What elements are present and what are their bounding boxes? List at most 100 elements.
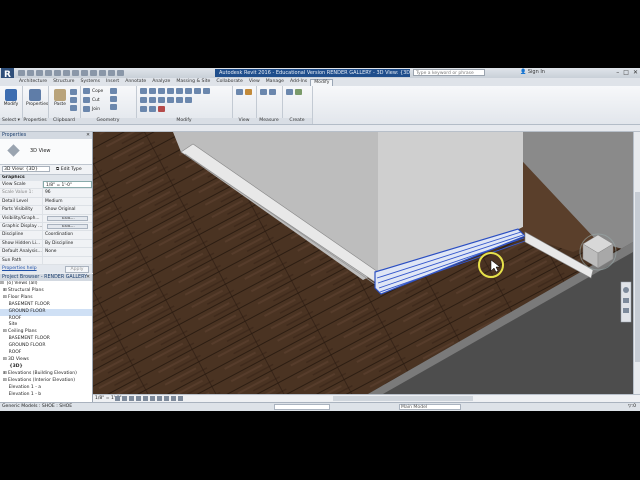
selection-filter[interactable]: ▽:0 [628, 403, 636, 411]
browser-item[interactable]: ⊞ Structural Plans [0, 288, 92, 295]
design-option-field[interactable]: Main Model [399, 404, 461, 410]
tab-architecture[interactable]: Architecture [16, 79, 50, 86]
create-parts-icon[interactable] [286, 89, 293, 95]
cut-geometry-button[interactable]: Cut [83, 97, 100, 103]
visibility-edit-button[interactable]: Edit... [47, 215, 88, 221]
close-icon[interactable]: ✕ [86, 132, 90, 139]
sign-in-link[interactable]: 👤 Sign In [520, 69, 545, 75]
measure-tool-icon[interactable] [260, 89, 267, 95]
unpin-icon[interactable] [203, 88, 210, 94]
shadows-icon[interactable] [136, 396, 141, 401]
3d-viewport[interactable] [93, 132, 633, 394]
tab-annotate[interactable]: Annotate [122, 79, 149, 86]
offset-icon[interactable] [149, 88, 156, 94]
match-properties-icon[interactable] [70, 105, 77, 111]
tab-massing-site[interactable]: Massing & Site [173, 79, 213, 86]
trim-multiple-icon[interactable] [185, 97, 192, 103]
select-panel-label[interactable]: Select ▾ [0, 118, 22, 124]
scrollbar-thumb[interactable] [635, 192, 640, 362]
hide-icon[interactable] [236, 89, 243, 95]
property-value[interactable]: 1/8" = 1'-0" [43, 181, 92, 189]
tab-insert[interactable]: Insert [103, 79, 122, 86]
browser-item[interactable]: Elevation 1 - a [0, 385, 92, 392]
browser-item[interactable]: BASEMENT FLOOR [0, 302, 92, 309]
save-icon[interactable] [27, 70, 34, 76]
print-icon[interactable] [54, 70, 61, 76]
minimize-button[interactable]: – [616, 69, 619, 76]
mirror-draw-icon[interactable] [167, 88, 174, 94]
undo-icon[interactable] [36, 70, 43, 76]
lock-view-icon[interactable] [164, 396, 169, 401]
browser-item[interactable]: {3D} [0, 364, 92, 371]
view-cube[interactable] [579, 233, 617, 271]
sun-path-icon[interactable] [129, 396, 134, 401]
browser-item[interactable]: ⊟ 3D Views [0, 357, 92, 364]
close-button[interactable]: ✕ [633, 69, 638, 76]
close-icon[interactable]: ✕ [86, 274, 90, 281]
pin-icon[interactable] [194, 88, 201, 94]
trim-single-icon[interactable] [176, 97, 183, 103]
open-icon[interactable] [18, 70, 25, 76]
vertical-scrollbar[interactable] [633, 132, 640, 394]
cut-icon[interactable] [70, 89, 77, 95]
copy-icon[interactable] [70, 97, 77, 103]
browser-item[interactable]: GROUND FLOOR [0, 308, 92, 316]
horizontal-scrollbar[interactable] [333, 396, 473, 401]
split-icon[interactable] [176, 88, 183, 94]
tag-icon[interactable] [72, 70, 79, 76]
override-icon[interactable] [245, 89, 252, 95]
property-value[interactable]: Coordination [43, 231, 92, 238]
show-crop-icon[interactable] [157, 396, 162, 401]
tab-collaborate[interactable]: Collaborate [213, 79, 245, 86]
cope-button[interactable]: Cope [83, 88, 103, 94]
browser-item[interactable]: ⊟ Elevations (Interior Elevation) [0, 378, 92, 385]
paste-button[interactable]: Paste [51, 88, 69, 114]
browser-item[interactable]: Elevation 1 - b [0, 392, 92, 399]
join-button[interactable]: Join [83, 106, 100, 112]
section-icon[interactable] [99, 70, 106, 76]
navigation-bar[interactable] [620, 281, 632, 323]
property-value[interactable]: Medium [43, 198, 92, 205]
type-selector[interactable]: 3D View [0, 139, 92, 165]
tab-view[interactable]: View [246, 79, 263, 86]
measure-icon[interactable] [63, 70, 70, 76]
modify-button[interactable]: Modify [2, 88, 20, 114]
tab-analyze[interactable]: Analyze [149, 79, 173, 86]
delete-icon[interactable] [158, 106, 165, 112]
scale-icon[interactable] [149, 106, 156, 112]
align-icon[interactable] [140, 88, 147, 94]
demolish-icon[interactable] [110, 104, 117, 110]
tab-systems[interactable]: Systems [78, 79, 104, 86]
apply-button[interactable]: Apply [65, 266, 89, 273]
graphic-display-edit-button[interactable]: Edit... [47, 223, 88, 230]
reveal-hidden-icon[interactable] [178, 396, 183, 401]
instance-dropdown[interactable]: 3D View: {3D} [2, 166, 50, 172]
mirror-axis-icon[interactable] [158, 88, 165, 94]
browser-item[interactable]: ⊟ [o] Views (all) [0, 281, 92, 288]
move-icon[interactable] [140, 97, 147, 103]
workset-field[interactable] [274, 404, 330, 410]
temporary-hide-icon[interactable] [171, 396, 176, 401]
tab-add-ins[interactable]: Add-Ins [287, 79, 310, 86]
property-value[interactable]: By Discipline [43, 240, 92, 247]
property-value[interactable] [43, 257, 92, 264]
array-icon[interactable] [140, 106, 147, 112]
tab-modify[interactable]: Modify [310, 79, 334, 86]
properties-help-link[interactable]: Properties help [2, 266, 37, 271]
browser-item[interactable]: ROOF [0, 350, 92, 357]
tab-manage[interactable]: Manage [263, 79, 287, 86]
visual-style-icon[interactable] [122, 396, 127, 401]
property-value[interactable]: Show Original [43, 206, 92, 213]
create-group-icon[interactable] [295, 89, 302, 95]
thin-lines-icon[interactable] [108, 70, 115, 76]
tab-structure[interactable]: Structure [50, 79, 77, 86]
close-hidden-icon[interactable] [117, 70, 124, 76]
search-input[interactable]: Type a keyword or phrase [413, 69, 485, 76]
detail-level-icon[interactable] [115, 396, 120, 401]
crop-icon[interactable] [150, 396, 155, 401]
maximize-button[interactable]: □ [623, 69, 629, 76]
redo-icon[interactable] [45, 70, 52, 76]
edit-type-button[interactable]: ⧉ Edit Type [56, 166, 82, 172]
browser-item[interactable]: ⊟ Floor Plans [0, 295, 92, 302]
property-value[interactable]: None [43, 248, 92, 255]
